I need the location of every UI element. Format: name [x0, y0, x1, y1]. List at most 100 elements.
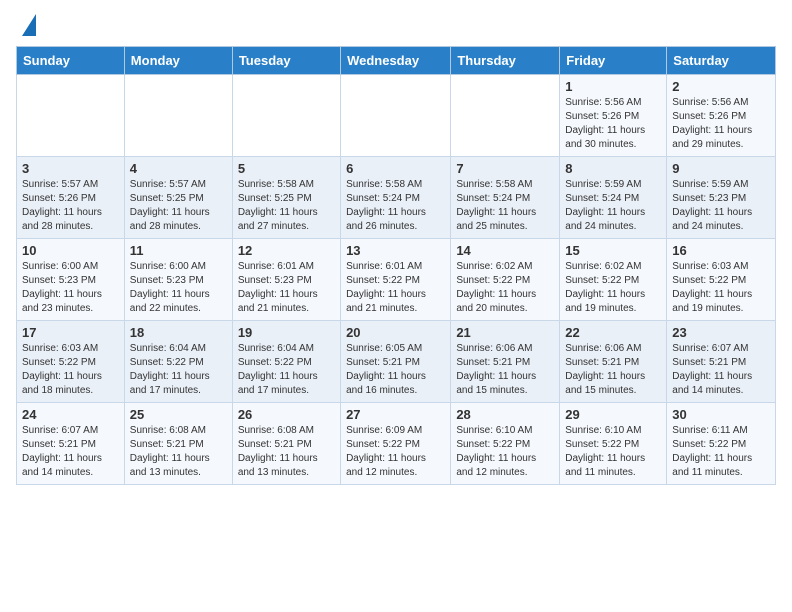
- day-info: Sunrise: 5:58 AM Sunset: 5:24 PM Dayligh…: [456, 178, 554, 234]
- calendar-cell: 15Sunrise: 6:02 AM Sunset: 5:22 PM Dayli…: [560, 239, 667, 321]
- day-info: Sunrise: 6:01 AM Sunset: 5:23 PM Dayligh…: [238, 260, 335, 316]
- calendar-cell: 10Sunrise: 6:00 AM Sunset: 5:23 PM Dayli…: [17, 239, 125, 321]
- calendar-cell: [124, 75, 232, 157]
- calendar-cell: [341, 75, 451, 157]
- day-info: Sunrise: 5:56 AM Sunset: 5:26 PM Dayligh…: [565, 96, 661, 152]
- day-info: Sunrise: 6:00 AM Sunset: 5:23 PM Dayligh…: [22, 260, 119, 316]
- day-info: Sunrise: 6:10 AM Sunset: 5:22 PM Dayligh…: [456, 424, 554, 480]
- day-number: 1: [565, 79, 661, 94]
- calendar-week-row: 1 Sunrise: 5:56 AM Sunset: 5:26 PM Daylig…: [17, 75, 776, 157]
- day-info: Sunrise: 6:04 AM Sunset: 5:22 PM Dayligh…: [238, 342, 335, 398]
- day-number: 21: [456, 325, 554, 340]
- day-info: Sunrise: 6:03 AM Sunset: 5:22 PM Dayligh…: [672, 260, 770, 316]
- calendar-cell: 28 Sunrise: 6:10 AM Sunset: 5:22 PM Dayli…: [451, 403, 560, 485]
- calendar-header-row: SundayMondayTuesdayWednesdayThursdayFrid…: [17, 47, 776, 75]
- day-number: 17: [22, 325, 119, 340]
- calendar-cell: 8 Sunrise: 5:59 AM Sunset: 5:24 PM Daylig…: [560, 157, 667, 239]
- calendar-cell: 21 Sunrise: 6:06 AM Sunset: 5:21 PM Dayli…: [451, 321, 560, 403]
- day-number: 25: [130, 407, 227, 422]
- calendar-cell: 29Sunrise: 6:10 AM Sunset: 5:22 PM Dayli…: [560, 403, 667, 485]
- day-number: 8: [565, 161, 661, 176]
- calendar-week-row: 24 Sunrise: 6:07 AM Sunset: 5:21 PM Dayli…: [17, 403, 776, 485]
- day-info: Sunrise: 6:07 AM Sunset: 5:21 PM Dayligh…: [672, 342, 770, 398]
- day-info: Sunrise: 6:03 AM Sunset: 5:22 PM Dayligh…: [22, 342, 119, 398]
- day-number: 20: [346, 325, 445, 340]
- day-number: 9: [672, 161, 770, 176]
- day-info: Sunrise: 6:07 AM Sunset: 5:21 PM Dayligh…: [22, 424, 119, 480]
- weekday-header: Wednesday: [341, 47, 451, 75]
- calendar-cell: 22 Sunrise: 6:06 AM Sunset: 5:21 PM Dayli…: [560, 321, 667, 403]
- weekday-header: Friday: [560, 47, 667, 75]
- day-number: 11: [130, 243, 227, 258]
- calendar-cell: 26 Sunrise: 6:08 AM Sunset: 5:21 PM Dayli…: [232, 403, 340, 485]
- calendar-cell: 18 Sunrise: 6:04 AM Sunset: 5:22 PM Dayli…: [124, 321, 232, 403]
- calendar-cell: 27 Sunrise: 6:09 AM Sunset: 5:22 PM Dayli…: [341, 403, 451, 485]
- calendar-cell: 12 Sunrise: 6:01 AM Sunset: 5:23 PM Dayli…: [232, 239, 340, 321]
- day-number: 26: [238, 407, 335, 422]
- calendar-cell: 24 Sunrise: 6:07 AM Sunset: 5:21 PM Dayli…: [17, 403, 125, 485]
- calendar-cell: 11 Sunrise: 6:00 AM Sunset: 5:23 PM Dayli…: [124, 239, 232, 321]
- day-info: Sunrise: 5:58 AM Sunset: 5:25 PM Dayligh…: [238, 178, 335, 234]
- day-number: 22: [565, 325, 661, 340]
- day-number: 30: [672, 407, 770, 422]
- calendar-cell: 17 Sunrise: 6:03 AM Sunset: 5:22 PM Dayli…: [17, 321, 125, 403]
- day-info: Sunrise: 6:06 AM Sunset: 5:21 PM Dayligh…: [456, 342, 554, 398]
- day-info: Sunrise: 5:57 AM Sunset: 5:26 PM Dayligh…: [22, 178, 119, 234]
- day-number: 16: [672, 243, 770, 258]
- calendar-cell: 5 Sunrise: 5:58 AM Sunset: 5:25 PM Daylig…: [232, 157, 340, 239]
- day-number: 5: [238, 161, 335, 176]
- day-info: Sunrise: 5:59 AM Sunset: 5:24 PM Dayligh…: [565, 178, 661, 234]
- logo: [16, 16, 36, 36]
- day-number: 28: [456, 407, 554, 422]
- calendar-cell: 9Sunrise: 5:59 AM Sunset: 5:23 PM Daylig…: [667, 157, 776, 239]
- day-info: Sunrise: 6:10 AM Sunset: 5:22 PM Dayligh…: [565, 424, 661, 480]
- day-number: 6: [346, 161, 445, 176]
- page: SundayMondayTuesdayWednesdayThursdayFrid…: [0, 0, 792, 495]
- weekday-header: Tuesday: [232, 47, 340, 75]
- calendar-cell: 14Sunrise: 6:02 AM Sunset: 5:22 PM Dayli…: [451, 239, 560, 321]
- calendar-cell: 6 Sunrise: 5:58 AM Sunset: 5:24 PM Daylig…: [341, 157, 451, 239]
- day-number: 7: [456, 161, 554, 176]
- weekday-header: Saturday: [667, 47, 776, 75]
- day-number: 15: [565, 243, 661, 258]
- calendar-cell: 1 Sunrise: 5:56 AM Sunset: 5:26 PM Daylig…: [560, 75, 667, 157]
- day-info: Sunrise: 6:08 AM Sunset: 5:21 PM Dayligh…: [130, 424, 227, 480]
- calendar-cell: 2 Sunrise: 5:56 AM Sunset: 5:26 PM Daylig…: [667, 75, 776, 157]
- calendar-cell: [17, 75, 125, 157]
- calendar-cell: 19 Sunrise: 6:04 AM Sunset: 5:22 PM Dayli…: [232, 321, 340, 403]
- calendar-cell: 16 Sunrise: 6:03 AM Sunset: 5:22 PM Dayli…: [667, 239, 776, 321]
- day-number: 27: [346, 407, 445, 422]
- calendar-cell: 25 Sunrise: 6:08 AM Sunset: 5:21 PM Dayli…: [124, 403, 232, 485]
- day-info: Sunrise: 6:09 AM Sunset: 5:22 PM Dayligh…: [346, 424, 445, 480]
- day-info: Sunrise: 5:57 AM Sunset: 5:25 PM Dayligh…: [130, 178, 227, 234]
- calendar-cell: 3 Sunrise: 5:57 AM Sunset: 5:26 PM Daylig…: [17, 157, 125, 239]
- day-info: Sunrise: 6:08 AM Sunset: 5:21 PM Dayligh…: [238, 424, 335, 480]
- day-number: 12: [238, 243, 335, 258]
- weekday-header: Sunday: [17, 47, 125, 75]
- day-info: Sunrise: 6:04 AM Sunset: 5:22 PM Dayligh…: [130, 342, 227, 398]
- day-info: Sunrise: 5:56 AM Sunset: 5:26 PM Dayligh…: [672, 96, 770, 152]
- calendar-cell: 20 Sunrise: 6:05 AM Sunset: 5:21 PM Dayli…: [341, 321, 451, 403]
- day-info: Sunrise: 6:05 AM Sunset: 5:21 PM Dayligh…: [346, 342, 445, 398]
- calendar-week-row: 3 Sunrise: 5:57 AM Sunset: 5:26 PM Daylig…: [17, 157, 776, 239]
- day-info: Sunrise: 5:58 AM Sunset: 5:24 PM Dayligh…: [346, 178, 445, 234]
- day-number: 24: [22, 407, 119, 422]
- calendar-table: SundayMondayTuesdayWednesdayThursdayFrid…: [16, 46, 776, 485]
- day-info: Sunrise: 6:01 AM Sunset: 5:22 PM Dayligh…: [346, 260, 445, 316]
- calendar-cell: 23Sunrise: 6:07 AM Sunset: 5:21 PM Dayli…: [667, 321, 776, 403]
- day-number: 4: [130, 161, 227, 176]
- day-number: 2: [672, 79, 770, 94]
- calendar-cell: 13Sunrise: 6:01 AM Sunset: 5:22 PM Dayli…: [341, 239, 451, 321]
- calendar-week-row: 17 Sunrise: 6:03 AM Sunset: 5:22 PM Dayli…: [17, 321, 776, 403]
- calendar-cell: [232, 75, 340, 157]
- logo-triangle-icon: [22, 14, 36, 36]
- day-info: Sunrise: 6:06 AM Sunset: 5:21 PM Dayligh…: [565, 342, 661, 398]
- calendar-cell: 4 Sunrise: 5:57 AM Sunset: 5:25 PM Daylig…: [124, 157, 232, 239]
- day-info: Sunrise: 6:00 AM Sunset: 5:23 PM Dayligh…: [130, 260, 227, 316]
- day-number: 19: [238, 325, 335, 340]
- day-number: 18: [130, 325, 227, 340]
- header: [16, 16, 776, 36]
- day-number: 3: [22, 161, 119, 176]
- day-number: 14: [456, 243, 554, 258]
- weekday-header: Monday: [124, 47, 232, 75]
